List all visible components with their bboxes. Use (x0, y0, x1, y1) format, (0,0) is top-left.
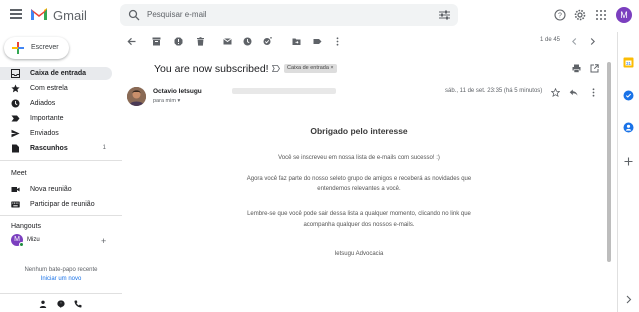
compose-plus-icon (12, 42, 24, 54)
sidebar-item-sent[interactable]: Enviados (0, 127, 112, 140)
report-spam-icon[interactable] (174, 37, 183, 46)
email-subject: You are now subscribed! (154, 63, 269, 75)
recipient-to-me[interactable]: para mim ▾ (153, 98, 180, 104)
email-body-paragraph: acompanha qualquer dos nossos e-mails. (303, 222, 415, 228)
delete-trash-icon[interactable] (196, 37, 205, 46)
open-in-new-window-icon[interactable] (590, 64, 599, 73)
meet-new-meeting[interactable]: Nova reunião (0, 183, 112, 196)
bottom-divider (0, 293, 122, 294)
email-date: sáb., 11 de set. 23:35 (há 5 minutos) (445, 88, 543, 94)
side-panel: 31 (617, 32, 639, 312)
main-menu-icon[interactable] (10, 9, 22, 19)
help-icon[interactable]: ? (554, 9, 566, 21)
message-scrollbar[interactable] (607, 62, 611, 262)
sidebar-item-snoozed[interactable]: Adiados (0, 97, 112, 110)
settings-gear-icon[interactable] (574, 9, 586, 21)
add-to-tasks-icon[interactable] (263, 37, 272, 46)
meet-join-meeting[interactable]: Participar de reunião (0, 198, 112, 211)
top-bar: Gmail Pesquisar e-mail ? M (0, 0, 639, 32)
back-arrow-icon[interactable] (127, 37, 136, 46)
gmail-window: Gmail Pesquisar e-mail ? M Escrever Caix… (0, 0, 639, 312)
star-outline-icon[interactable] (551, 88, 560, 97)
older-chevron-right-icon[interactable] (588, 37, 597, 46)
send-icon (11, 129, 20, 138)
sender-photo-icon (127, 87, 146, 106)
inbox-label-chip[interactable]: Caixa de entrada × (284, 64, 337, 73)
label-tag-icon[interactable] (313, 37, 322, 46)
clock-icon (11, 99, 20, 108)
search-bar[interactable]: Pesquisar e-mail (120, 4, 458, 26)
hangouts-section-title: Hangouts (11, 223, 41, 230)
snooze-clock-icon[interactable] (243, 37, 252, 46)
nav-divider (0, 160, 122, 161)
drafts-count: 1 (102, 144, 106, 151)
sidebar-item-inbox[interactable]: Caixa de entrada (0, 67, 112, 80)
importance-marker-icon[interactable] (272, 65, 280, 72)
move-to-folder-icon[interactable] (292, 37, 301, 46)
account-avatar[interactable]: M (616, 7, 632, 23)
sidebar-item-important[interactable]: Importante (0, 112, 112, 125)
remove-label-icon[interactable]: × (330, 65, 333, 71)
email-body-heading: Obrigado pelo interesse (310, 126, 408, 136)
svg-text:?: ? (558, 13, 562, 20)
reply-arrow-icon[interactable] (569, 88, 578, 97)
svg-text:31: 31 (626, 61, 632, 66)
message-more-options-icon[interactable] (589, 88, 598, 97)
pagination-text: 1 de 45 (540, 37, 561, 43)
more-options-vertical-icon[interactable] (333, 37, 342, 46)
sidebar-item-label: Enviados (30, 129, 59, 137)
archive-icon[interactable] (152, 37, 161, 46)
calendar-icon[interactable]: 31 (623, 57, 634, 68)
compose-button[interactable]: Escrever (4, 37, 69, 59)
email-body-paragraph: Você se inscreveu em nossa lista de e-ma… (278, 155, 440, 161)
apps-grid-icon[interactable] (595, 9, 607, 21)
search-icon[interactable] (128, 9, 140, 21)
inbox-icon (11, 69, 20, 78)
contacts-icon[interactable] (623, 122, 634, 133)
person-icon[interactable] (39, 300, 47, 308)
expand-panel-chevron-icon[interactable] (623, 294, 634, 305)
sidebar-item-label: Caixa de entrada (30, 69, 87, 77)
print-icon[interactable] (572, 64, 581, 73)
meet-divider (0, 215, 122, 216)
compose-label: Escrever (31, 44, 59, 51)
email-body-paragraph: entendemos relevantes a você. (317, 186, 401, 192)
label-important-icon (11, 115, 20, 122)
sidebar-item-label: Com estrela (30, 84, 68, 92)
newer-chevron-left-icon[interactable] (570, 37, 579, 46)
keep-notes-icon[interactable] (623, 90, 634, 101)
online-status-icon (19, 242, 24, 247)
inbox-label-text: Caixa de entrada (287, 65, 329, 71)
sidebar-item-starred[interactable]: Com estrela (0, 82, 112, 95)
email-signature: Ietsugu Advocacia (334, 251, 384, 257)
meet-join-meeting-label: Participar de reunião (30, 200, 95, 208)
search-input[interactable]: Pesquisar e-mail (147, 10, 207, 19)
meet-section-title: Meet (11, 170, 27, 177)
new-chat-plus-icon[interactable]: + (101, 236, 106, 246)
video-camera-icon (11, 187, 20, 192)
draft-icon (12, 144, 19, 153)
meet-new-meeting-label: Nova reunião (30, 185, 72, 193)
sender-email-redacted (232, 88, 336, 94)
recipient-details-dropdown-icon[interactable]: ▾ (177, 98, 180, 104)
recipient-text: para mim (153, 98, 176, 104)
no-recent-chats-text: Nenhum bate-papo recente (24, 267, 98, 273)
sender-avatar[interactable] (127, 87, 146, 106)
add-addon-plus-icon[interactable] (623, 156, 634, 167)
gmail-logo-icon[interactable] (30, 7, 48, 21)
star-icon (11, 84, 20, 93)
phone-icon[interactable] (74, 300, 82, 308)
start-new-chat-link[interactable]: Iniciar um novo (0, 276, 122, 282)
mark-unread-icon[interactable] (223, 37, 232, 46)
keyboard-icon (11, 201, 20, 208)
sidebar-item-label: Rascunhos (30, 144, 68, 152)
hangouts-user-name[interactable]: Mizu (27, 237, 40, 243)
chat-bubble-icon[interactable]: " (57, 300, 65, 308)
sidebar-item-drafts[interactable]: Rascunhos 1 (0, 142, 112, 155)
sidebar-item-label: Adiados (30, 99, 56, 107)
gmail-brand-text[interactable]: Gmail (53, 8, 87, 23)
sender-name[interactable]: Octavio Ietsugu (153, 88, 202, 95)
sidebar-item-label: Importante (30, 114, 64, 122)
search-options-icon[interactable] (439, 10, 450, 20)
